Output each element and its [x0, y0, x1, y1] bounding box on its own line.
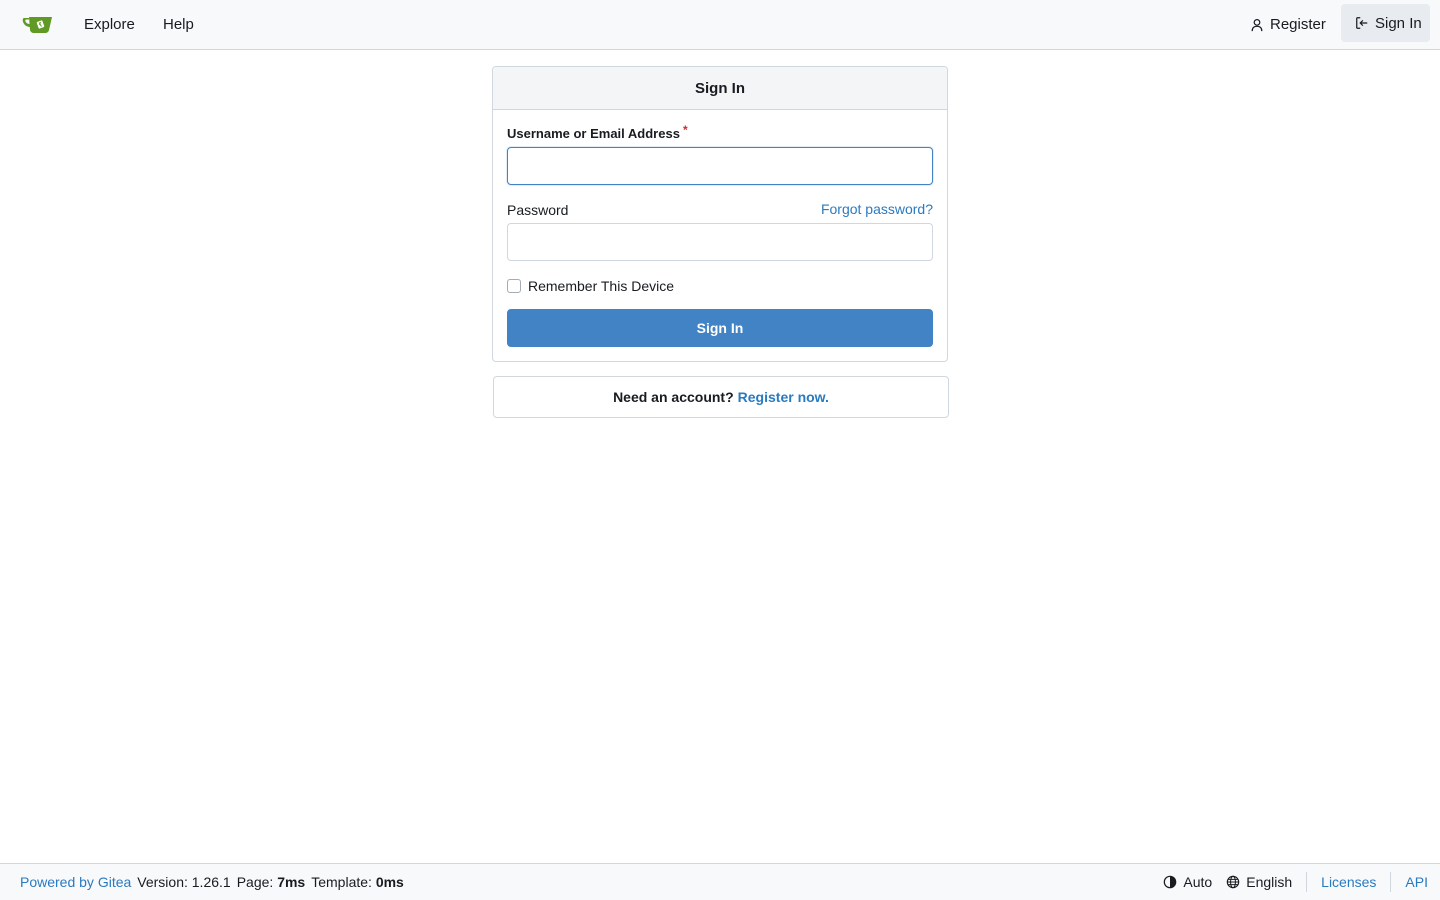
nav-help-link[interactable]: Help [163, 0, 194, 49]
sign-in-icon [1356, 17, 1368, 29]
powered-by-link[interactable]: Powered by Gitea [20, 874, 131, 890]
page-time-label: Page: [236, 874, 274, 890]
password-label: Password [507, 202, 569, 218]
remember-device-label: Remember This Device [528, 278, 675, 294]
nav-signin-label: Sign In [1375, 14, 1422, 32]
nav-register-link[interactable]: Register [1250, 0, 1326, 49]
remember-device-checkbox[interactable]: Remember This Device [507, 278, 674, 294]
language-label: English [1246, 874, 1293, 890]
theme-label: Auto [1183, 874, 1213, 890]
forgot-password-link[interactable]: Forgot password? [821, 201, 933, 217]
footer-right: Auto English Licenses API [1163, 864, 1428, 900]
api-link[interactable]: API [1391, 874, 1428, 890]
top-navbar: Explore Help Register Sign In [0, 0, 1440, 50]
theme-switcher[interactable]: Auto [1163, 874, 1212, 890]
signin-card: Sign In Username or Email Address * Passw… [492, 66, 948, 362]
nav-explore-link[interactable]: Explore [84, 0, 135, 49]
signin-card-title: Sign In [493, 67, 947, 110]
footer-left: Powered by Gitea Version: 1.26.1 Page: 7… [20, 864, 404, 900]
username-label-text: Username or Email Address [507, 126, 680, 141]
register-prompt-text: Need an account? [613, 389, 734, 405]
licenses-link[interactable]: Licenses [1307, 874, 1390, 890]
theme-icon [1164, 875, 1177, 889]
version-text: Version: 1.26.1 [137, 874, 231, 890]
register-now-link[interactable]: Register now. [738, 389, 829, 405]
template-time-label: Template: [311, 874, 372, 890]
checkbox-box[interactable] [507, 279, 521, 293]
page-time: Page: 7ms [237, 874, 306, 890]
gitea-logo-icon[interactable] [22, 12, 54, 38]
nav-signin-link[interactable]: Sign In [1341, 4, 1430, 42]
signin-submit-button[interactable]: Sign In [507, 309, 933, 347]
template-time-value: 0ms [375, 874, 404, 890]
footer: Powered by Gitea Version: 1.26.1 Page: 7… [0, 863, 1440, 900]
nav-register-label: Register [1270, 16, 1326, 33]
password-input[interactable] [507, 223, 933, 261]
required-marker: * [682, 123, 688, 137]
language-switcher[interactable]: English [1226, 874, 1292, 890]
globe-icon [1226, 875, 1240, 889]
person-icon [1251, 18, 1263, 31]
page-time-value: 7ms [277, 874, 306, 890]
username-label: Username or Email Address * [507, 123, 688, 141]
register-prompt-card: Need an account? Register now. [493, 376, 949, 418]
username-input[interactable] [507, 147, 933, 185]
template-time: Template: 0ms [311, 874, 404, 890]
